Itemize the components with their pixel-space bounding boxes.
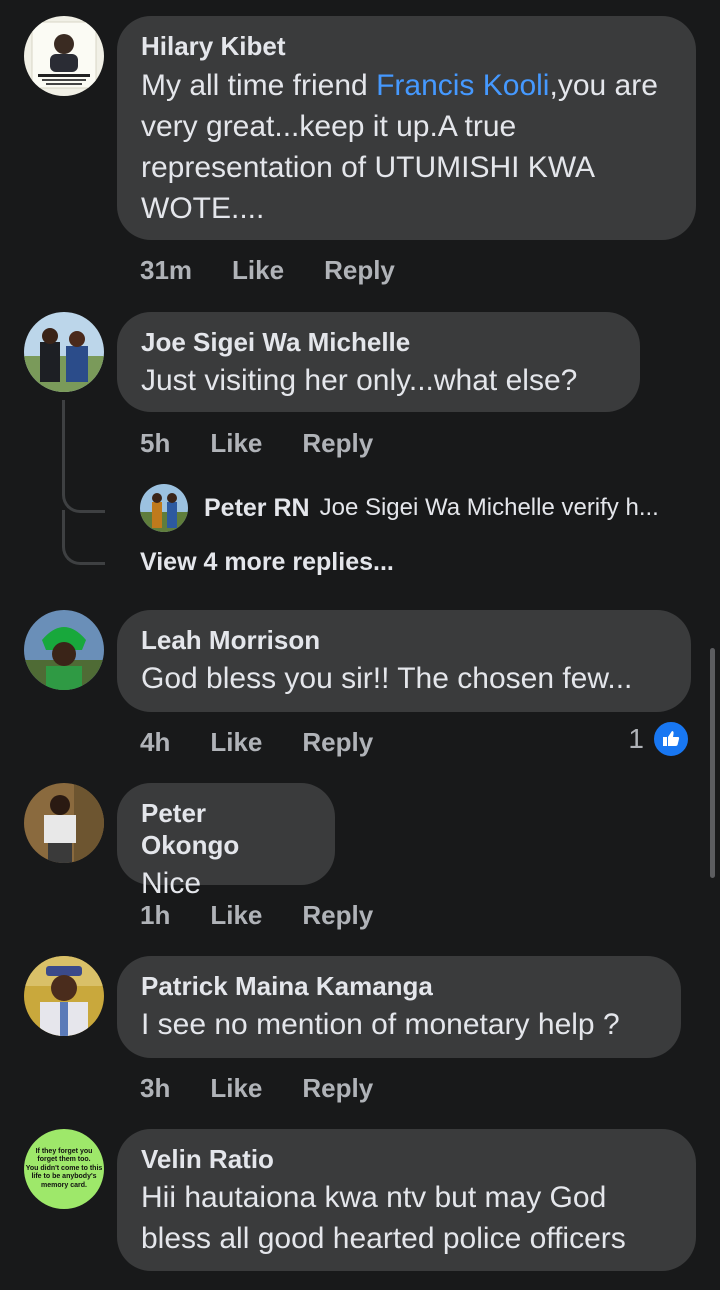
comment-text: My all time friend Francis Kooli,you are… bbox=[141, 65, 672, 229]
comment-text: I see no mention of monetary help ? bbox=[141, 1008, 620, 1041]
thumbs-up-icon bbox=[652, 720, 690, 758]
reply-button[interactable]: Reply bbox=[324, 255, 395, 286]
scrollbar[interactable] bbox=[710, 648, 715, 878]
commenter-name[interactable]: Velin Ratio bbox=[141, 1143, 672, 1175]
avatar[interactable] bbox=[24, 783, 104, 863]
reply-button[interactable]: Reply bbox=[302, 1073, 373, 1104]
view-more-replies[interactable]: View 4 more replies... bbox=[140, 548, 394, 577]
avatar[interactable] bbox=[24, 956, 104, 1036]
comment-bubble: Hilary Kibet My all time friend Francis … bbox=[117, 16, 696, 240]
comment-bubble: Velin Ratio Hii hautaiona kwa ntv but ma… bbox=[117, 1129, 696, 1271]
avatar-text-line: If they forget you bbox=[35, 1147, 93, 1155]
reply-author[interactable]: Peter RN bbox=[204, 494, 310, 523]
mention-link[interactable]: Francis Kooli bbox=[376, 69, 549, 102]
avatar-text-line: memory card. bbox=[41, 1181, 87, 1189]
thread-line bbox=[62, 510, 105, 565]
comment-time[interactable]: 1h bbox=[140, 900, 170, 931]
comment-text: God bless you sir!! The chosen few... bbox=[141, 662, 633, 695]
reaction-summary[interactable]: 1 bbox=[628, 720, 690, 758]
reply-preview[interactable]: Peter RN Joe Sigei Wa Michelle verify h.… bbox=[140, 484, 659, 532]
comment-bubble: Leah Morrison God bless you sir!! The ch… bbox=[117, 610, 691, 712]
avatar[interactable] bbox=[140, 484, 188, 532]
reply-button[interactable]: Reply bbox=[302, 900, 373, 931]
comment-time[interactable]: 31m bbox=[140, 255, 192, 286]
commenter-name[interactable]: Joe Sigei Wa Michelle bbox=[141, 326, 616, 358]
comment-time[interactable]: 3h bbox=[140, 1073, 170, 1104]
comment-actions: 31m Like Reply bbox=[140, 252, 435, 288]
like-button[interactable]: Like bbox=[210, 900, 262, 931]
like-button[interactable]: Like bbox=[232, 255, 284, 286]
avatar[interactable]: If they forget you forget them too. You … bbox=[24, 1129, 104, 1209]
comment-text: Hii hautaiona kwa ntv but may God bless … bbox=[141, 1181, 626, 1255]
avatar[interactable] bbox=[24, 610, 104, 690]
avatar-text-line: forget them too. bbox=[37, 1156, 91, 1164]
avatar[interactable] bbox=[24, 312, 104, 392]
comment-actions: 3h Like Reply bbox=[140, 1070, 413, 1106]
reply-text: Joe Sigei Wa Michelle verify h... bbox=[319, 494, 659, 521]
avatar[interactable] bbox=[24, 16, 104, 96]
thread-line bbox=[62, 400, 105, 513]
avatar-text-line: life to be anybody's bbox=[31, 1173, 97, 1181]
comment-text: Just visiting her only...what else? bbox=[141, 364, 578, 397]
comment-bubble: Patrick Maina Kamanga I see no mention o… bbox=[117, 956, 681, 1058]
reply-button[interactable]: Reply bbox=[302, 727, 373, 758]
comment-text-before: My all time friend bbox=[141, 69, 377, 102]
comment-time[interactable]: 4h bbox=[140, 727, 170, 758]
avatar-text-line: You didn't come to this bbox=[25, 1164, 103, 1172]
comment-bubble: Joe Sigei Wa Michelle Just visiting her … bbox=[117, 312, 640, 412]
commenter-name[interactable]: Hilary Kibet bbox=[141, 30, 672, 62]
like-button[interactable]: Like bbox=[210, 1073, 262, 1104]
comment-actions: 5h Like Reply bbox=[140, 425, 413, 461]
comment-bubble: Peter Okongo Nice bbox=[117, 783, 335, 900]
comment-actions: 1h Like Reply bbox=[140, 897, 413, 933]
comment-time[interactable]: 5h bbox=[140, 428, 170, 459]
comment-actions: 4h Like Reply bbox=[140, 724, 413, 760]
commenter-name[interactable]: Peter Okongo bbox=[141, 797, 311, 861]
reaction-count: 1 bbox=[628, 723, 644, 754]
like-button[interactable]: Like bbox=[210, 428, 262, 459]
like-button[interactable]: Like bbox=[210, 727, 262, 758]
reply-button[interactable]: Reply bbox=[302, 428, 373, 459]
commenter-name[interactable]: Patrick Maina Kamanga bbox=[141, 970, 657, 1002]
commenter-name[interactable]: Leah Morrison bbox=[141, 624, 667, 656]
